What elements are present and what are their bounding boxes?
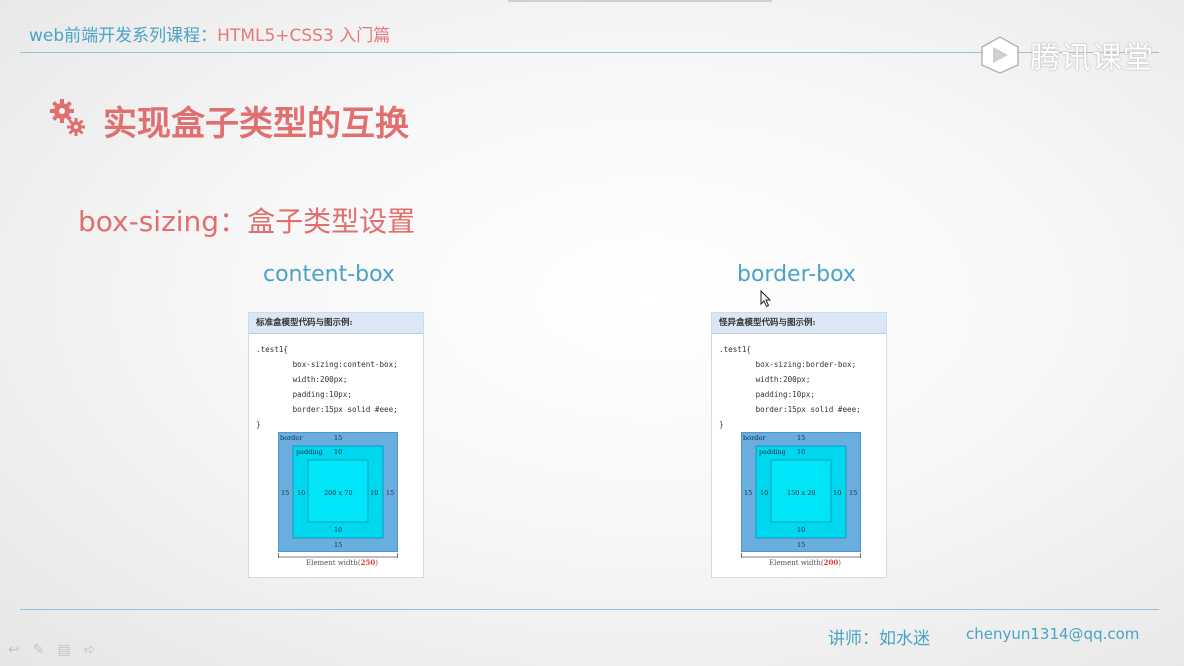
content-size: 200 x 70 — [324, 489, 352, 497]
padding-top-value: 10 — [334, 448, 342, 456]
element-width-caption: Element width(250) — [306, 558, 423, 567]
border-box-label: border-box — [737, 262, 856, 287]
content-box-label: content-box — [263, 262, 395, 287]
element-width-label: Element width( — [306, 559, 361, 567]
code-line: width:200px; — [719, 375, 811, 384]
element-width-label: Element width( — [769, 559, 824, 567]
border-label: border — [280, 434, 303, 442]
teacher-email: chenyun1314@qq.com — [966, 625, 1140, 643]
border-bottom-value: 15 — [797, 541, 805, 549]
padding-left-value: 10 — [297, 489, 305, 497]
code-block: .test1{ box-sizing:border-box; width:200… — [712, 334, 886, 432]
code-line: border:15px solid #eee; — [256, 405, 398, 414]
box-model-diagram: border 15 padding 10 15 10 150 x 20 10 1… — [741, 432, 861, 552]
code-line: .test1{ — [719, 345, 752, 354]
border-left-value: 15 — [281, 489, 289, 497]
padding-left-value: 10 — [760, 489, 768, 497]
border-box-panel: 怪异盒模型代码与图示例: .test1{ box-sizing:border-b… — [711, 312, 887, 578]
border-bottom-value: 15 — [334, 541, 342, 549]
code-block: .test1{ box-sizing:content-box; width:20… — [249, 334, 423, 432]
teacher-name: 讲师：如水迷 — [828, 629, 930, 649]
element-width-value: 200 — [823, 558, 839, 567]
pen-icon[interactable]: ✎ — [33, 642, 45, 658]
slides-icon[interactable]: ▤ — [57, 642, 70, 658]
border-right-value: 15 — [386, 489, 394, 497]
footer-divider — [20, 609, 1159, 610]
code-line: box-sizing:content-box; — [256, 360, 398, 369]
element-width-caption: Element width(200) — [769, 558, 886, 567]
padding-top-value: 10 — [797, 448, 805, 456]
top-window-edge — [508, 0, 772, 2]
code-line: border:15px solid #eee; — [719, 405, 861, 414]
code-line: } — [719, 420, 724, 429]
border-top-value: 15 — [334, 434, 342, 442]
course-header: web前端开发系列课程：HTML5+CSS3 入门篇 — [29, 21, 390, 46]
border-label: border — [743, 434, 766, 442]
next-arrow-icon[interactable]: ➪ — [84, 642, 96, 658]
course-series-name: web前端开发系列课程： — [29, 26, 218, 46]
border-top-value: 15 — [797, 434, 805, 442]
padding-right-value: 10 — [833, 489, 841, 497]
code-line: } — [256, 420, 261, 429]
slide-subtitle: box-sizing：盒子类型设置 — [78, 205, 416, 238]
content-size: 150 x 20 — [787, 489, 815, 497]
slide-title: 实现盒子类型的互换 — [103, 104, 409, 144]
panel-title: 怪异盒模型代码与图示例: — [712, 313, 886, 334]
code-line: padding:10px; — [719, 390, 816, 399]
slideshow-toolbar: ↩ ✎ ▤ ➪ — [8, 642, 95, 658]
padding-label: padding — [759, 448, 786, 456]
element-width-close: ) — [838, 559, 841, 567]
course-subject-name: HTML5+CSS3 入门篇 — [217, 26, 391, 46]
box-model-diagram: border 15 padding 10 15 10 200 x 70 10 1… — [278, 432, 398, 552]
code-line: .test1{ — [256, 345, 289, 354]
tencent-classroom-logo: 腾讯课堂 — [978, 33, 1154, 77]
padding-bottom-value: 10 — [334, 526, 342, 534]
element-width-close: ) — [375, 559, 378, 567]
gear-icon — [50, 99, 85, 136]
padding-bottom-value: 10 — [797, 526, 805, 534]
border-left-value: 15 — [744, 489, 752, 497]
panel-title: 标准盒模型代码与图示例: — [249, 313, 423, 334]
logo-text: 腾讯课堂 — [1030, 41, 1154, 76]
border-right-value: 15 — [849, 489, 857, 497]
undo-arrow-icon[interactable]: ↩ — [8, 642, 20, 658]
code-line: padding:10px; — [256, 390, 353, 399]
code-line: box-sizing:border-box; — [719, 360, 857, 369]
code-line: width:200px; — [256, 375, 348, 384]
mouse-cursor-icon — [760, 290, 772, 308]
padding-label: padding — [296, 448, 323, 456]
element-width-value: 250 — [360, 558, 376, 567]
tencent-classroom-logo-icon — [981, 36, 1019, 74]
content-box-panel: 标准盒模型代码与图示例: .test1{ box-sizing:content-… — [248, 312, 424, 578]
padding-right-value: 10 — [370, 489, 378, 497]
